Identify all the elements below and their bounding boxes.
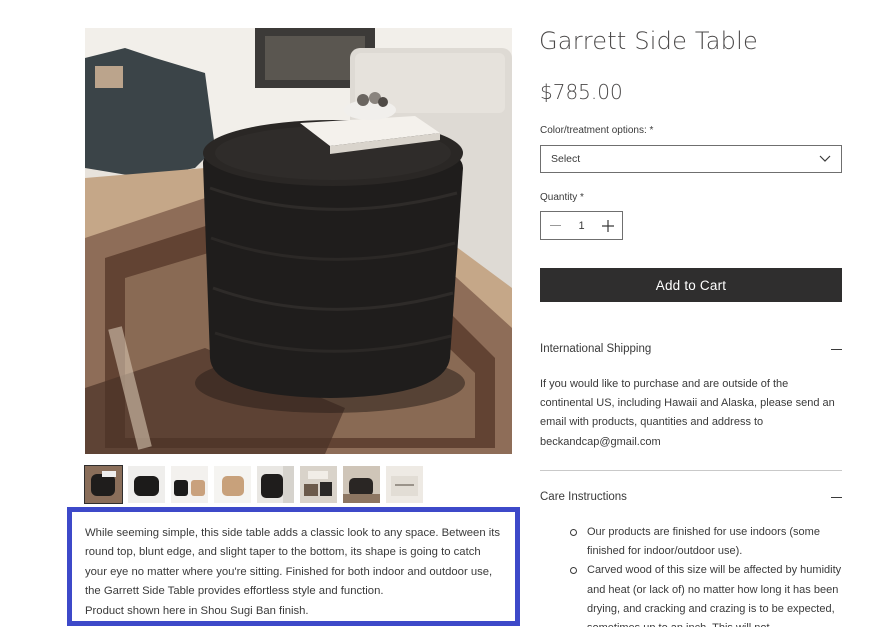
minus-icon	[549, 225, 561, 226]
product-title: Garrett Side Table	[539, 27, 758, 55]
color-options-dropdown[interactable]: Select	[540, 145, 842, 173]
add-to-cart-button[interactable]: Add to Cart	[540, 268, 842, 302]
care-title: Care Instructions	[540, 491, 627, 503]
color-options-value: Select	[551, 153, 581, 165]
care-list: Our products are finished for use indoor…	[570, 523, 850, 627]
care-item: Our products are finished for use indoor…	[570, 523, 850, 561]
thumbnail-1[interactable]	[84, 465, 123, 504]
shipping-title: International Shipping	[540, 343, 652, 355]
quantity-input[interactable]: 1	[578, 220, 584, 232]
shipping-body: If you would like to purchase and are ou…	[540, 378, 835, 448]
thumbnail-6[interactable]	[300, 466, 337, 503]
quantity-label: Quantity *	[540, 192, 584, 203]
thumbnail-strip	[84, 465, 423, 504]
increment-button[interactable]	[601, 219, 615, 233]
thumbnail-3[interactable]	[171, 466, 208, 503]
thumbnail-2[interactable]	[128, 466, 165, 503]
description-note: Product shown here in Shou Sugi Ban fini…	[85, 604, 309, 617]
thumbnail-8[interactable]	[386, 466, 423, 503]
plus-icon	[602, 219, 614, 232]
care-accordion-header[interactable]: Care Instructions	[540, 491, 842, 503]
quantity-stepper: 1	[540, 211, 623, 240]
main-product-image[interactable]	[85, 28, 512, 454]
product-description: While seeming simple, this side table ad…	[67, 507, 520, 626]
accordion-divider	[540, 470, 842, 471]
shipping-accordion-header[interactable]: International Shipping	[540, 343, 842, 355]
thumbnail-4[interactable]	[214, 466, 251, 503]
decrement-button[interactable]	[548, 219, 562, 233]
color-options-label: Color/treatment options: *	[540, 125, 654, 136]
chevron-down-icon	[819, 155, 831, 162]
product-price: $785.00	[540, 80, 623, 104]
care-body: Our products are finished for use indoor…	[560, 520, 860, 627]
collapse-icon	[831, 496, 842, 498]
thumbnail-7[interactable]	[343, 466, 380, 503]
description-text: While seeming simple, this side table ad…	[85, 527, 501, 598]
collapse-icon	[831, 348, 842, 350]
thumbnail-5[interactable]	[257, 466, 294, 503]
care-item: Carved wood of this size will be affecte…	[570, 561, 850, 627]
